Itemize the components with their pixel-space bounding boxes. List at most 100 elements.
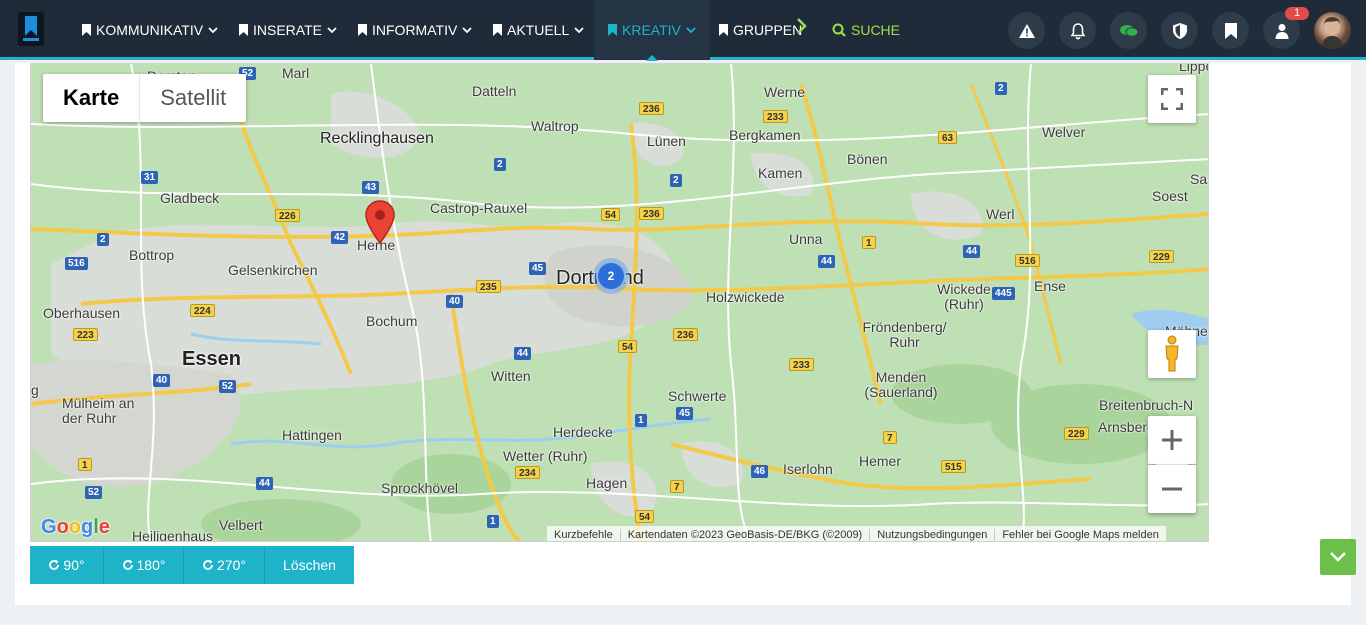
place-label: Waltrop: [531, 118, 579, 134]
road-shield: 45: [676, 407, 694, 420]
keyboard-shortcuts-link[interactable]: Kurzbefehle: [547, 528, 621, 541]
nav-label: KOMMUNIKATIV: [96, 22, 204, 38]
plus-icon: [1162, 430, 1182, 450]
bell-icon: [1070, 22, 1085, 39]
place-label: Breitenbruch-N: [1099, 397, 1194, 413]
map-view[interactable]: Marl Dorsten Datteln Waltrop Lünen Werne…: [30, 63, 1209, 542]
road-shield: 1: [862, 236, 876, 249]
road-shield: 515: [941, 460, 966, 473]
bookmark-icon: [358, 24, 367, 36]
pegman-icon: [1165, 335, 1179, 372]
google-logo[interactable]: Google: [41, 516, 110, 539]
street-view-pegman[interactable]: [1148, 330, 1196, 378]
place-label: Soest: [1152, 188, 1188, 204]
road-shield: 40: [446, 295, 464, 308]
road-shield: 233: [789, 358, 814, 371]
road-shield: 2: [670, 174, 682, 187]
road-shield: 226: [275, 209, 300, 222]
road-shield: 52: [219, 380, 237, 393]
road-shield: 235: [476, 280, 501, 293]
place-label: Sprockhövel: [381, 480, 459, 496]
nav-informativ[interactable]: INFORMATIV: [358, 0, 472, 60]
nav-kommunikativ[interactable]: KOMMUNIKATIV: [82, 0, 218, 60]
nav-label: AKTUELL: [507, 22, 570, 38]
rotate-icon: [49, 559, 60, 570]
chevron-down-icon: [686, 26, 696, 33]
warning-icon: [1018, 23, 1035, 38]
road-shield: 42: [331, 231, 349, 244]
place-label: Bochum: [366, 313, 418, 329]
road-shield: 445: [992, 287, 1015, 300]
road-shield: 31: [141, 171, 159, 184]
place-label: Werl: [986, 206, 1015, 222]
place-label: Welver: [1042, 124, 1086, 140]
terms-link[interactable]: Nutzungsbedingungen: [870, 528, 996, 541]
user-icon: [1275, 23, 1288, 39]
rotate-label: 180°: [136, 557, 166, 573]
nav-label: INSERATE: [253, 22, 322, 38]
scroll-down-button[interactable]: [1320, 539, 1356, 575]
chevron-down-icon: [208, 26, 218, 33]
bookmark-icon: [719, 24, 728, 36]
place-label: Sas: [1190, 171, 1208, 187]
road-shield: 234: [515, 466, 540, 479]
place-label: g: [31, 382, 39, 398]
nav-scroll-right-icon[interactable]: [796, 17, 808, 41]
report-error-link[interactable]: Fehler bei Google Maps melden: [995, 529, 1166, 541]
map-attribution: Kurzbefehle Kartendaten ©2023 GeoBasis-D…: [547, 526, 1166, 541]
road-shield: 7: [670, 480, 684, 493]
rotate-180-button[interactable]: 180°: [104, 546, 184, 584]
zoom-in-button[interactable]: [1148, 416, 1196, 464]
map-type-karte[interactable]: Karte: [43, 74, 141, 122]
warning-button[interactable]: [1008, 12, 1045, 49]
nav-inserate[interactable]: INSERATE: [239, 0, 337, 60]
rotate-toolbar: 90° 180° 270° Löschen: [30, 546, 354, 584]
nav-label: GRUPPEN: [733, 22, 803, 38]
road-shield: 54: [618, 340, 638, 353]
fullscreen-button[interactable]: [1148, 75, 1196, 123]
privacy-button[interactable]: [1161, 12, 1198, 49]
road-shield: 2: [995, 82, 1007, 95]
zoom-out-button[interactable]: [1148, 465, 1196, 513]
place-label: Menden (Sauerland): [864, 369, 938, 400]
place-label: Oberhausen: [43, 305, 121, 321]
map-type-control: Karte Satellit: [43, 74, 247, 122]
nav-gruppen[interactable]: GRUPPEN: [719, 0, 802, 60]
rotate-icon: [122, 559, 133, 570]
rotate-270-button[interactable]: 270°: [184, 546, 265, 584]
nav-label: KREATIV: [622, 22, 681, 38]
avatar[interactable]: [1314, 12, 1351, 49]
map-type-satellit[interactable]: Satellit: [140, 74, 246, 122]
place-label: Hagen: [586, 475, 628, 491]
marker-cluster[interactable]: 2: [593, 258, 629, 294]
rotate-90-button[interactable]: 90°: [30, 546, 104, 584]
location-marker-icon[interactable]: [364, 200, 396, 249]
road-shield: 229: [1149, 250, 1174, 263]
search-link[interactable]: SUCHE: [832, 0, 900, 60]
place-label: Lippe: [1179, 63, 1208, 74]
place-label: Bergkamen: [729, 127, 801, 143]
search-label: SUCHE: [851, 22, 901, 38]
road-shield: 44: [256, 477, 274, 490]
delete-button[interactable]: Löschen: [265, 546, 354, 584]
nav-aktuell[interactable]: AKTUELL: [493, 0, 584, 60]
search-icon: [832, 23, 846, 37]
place-label: Datteln: [472, 83, 517, 99]
place-label: Gelsenkirchen: [228, 262, 318, 278]
place-label: Marl: [282, 65, 310, 81]
shield-icon: [1172, 22, 1187, 39]
road-shield: 40: [153, 374, 171, 387]
road-shield: 44: [818, 255, 836, 268]
notifications-button[interactable]: [1059, 12, 1096, 49]
road-shield: 1: [487, 515, 499, 528]
bookmarks-button[interactable]: [1212, 12, 1249, 49]
place-label: Witten: [491, 368, 531, 384]
fullscreen-icon: [1161, 88, 1183, 110]
rotate-label: 270°: [217, 557, 246, 573]
nav-kreativ[interactable]: KREATIV: [594, 0, 710, 61]
cluster-count: 2: [596, 261, 626, 291]
bookmark-icon: [1224, 22, 1237, 39]
chevron-down-icon: [462, 26, 472, 33]
brand-logo[interactable]: [18, 12, 44, 46]
messages-button[interactable]: [1110, 12, 1147, 49]
